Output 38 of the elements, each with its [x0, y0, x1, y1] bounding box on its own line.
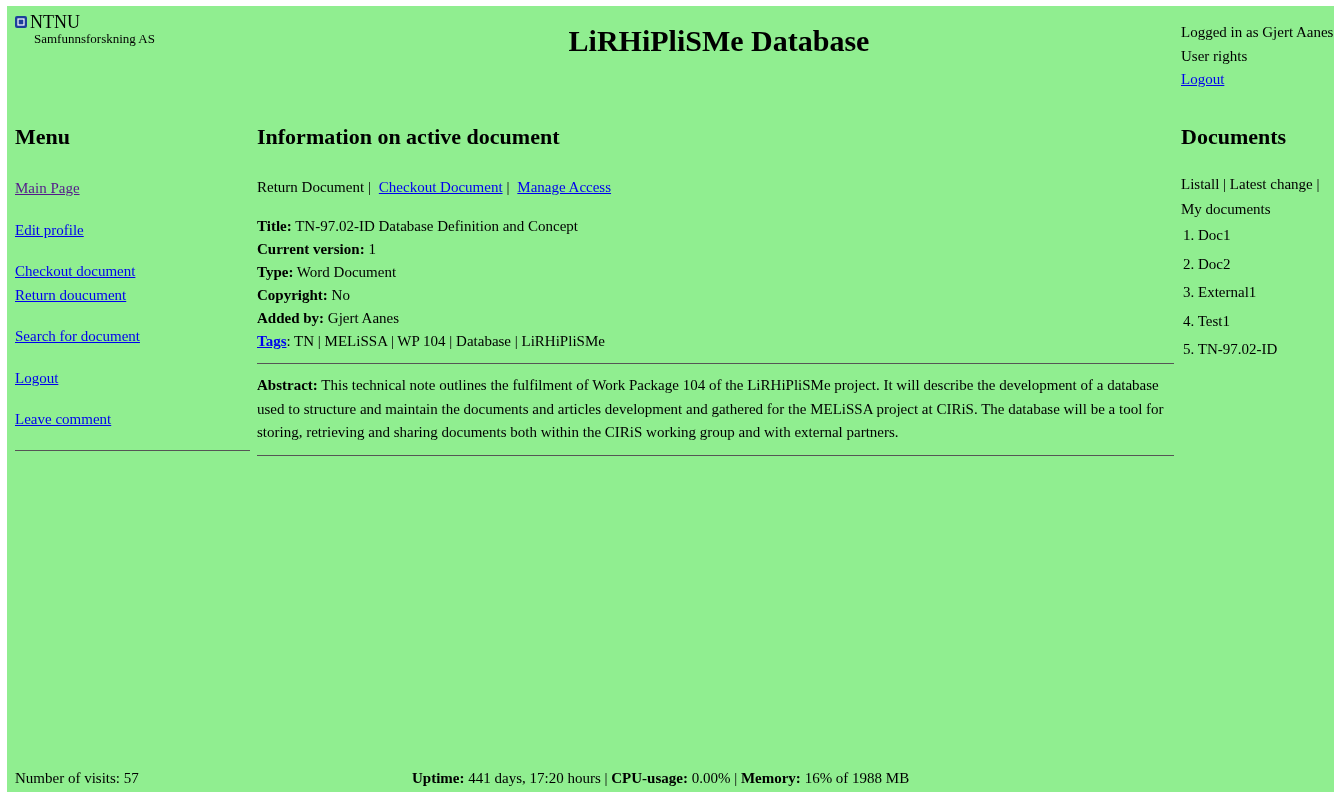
action-label: Return Document — [257, 179, 365, 195]
menu-link[interactable]: Return doucument — [15, 283, 127, 307]
login-status: Logged in as Gjert Aanes — [1181, 23, 1334, 42]
logo-name: NTNU — [30, 13, 80, 31]
separator: | — [368, 179, 372, 195]
tag-list: : TN | MELiSSA | WP 104 | Database | LiRHiPliSMe — [286, 333, 605, 349]
field-row-text: Copyright: No — [257, 286, 351, 305]
server-stats: Uptime: 441 days, 17:20 hours | CPU-usage: 0.00% | Memory: 16% of 1988 MB — [412, 769, 910, 787]
menu-link[interactable]: Edit profile — [15, 218, 84, 242]
logout-link[interactable]: Logout — [1181, 68, 1225, 92]
document-filters: Listall | Latest change | My documents — [1181, 175, 1321, 219]
menu-link[interactable]: Search for document — [15, 325, 140, 349]
document-heading: Information on active document — [257, 123, 561, 151]
field-row-text: Added by: Gjert Aanes — [257, 309, 401, 328]
field-row-text: Title: TN-97.02-ID Database Definition and Concept — [257, 217, 580, 236]
site-title: LiRHiPliSMe Database — [567, 23, 871, 59]
documents-heading: Documents — [1181, 123, 1288, 151]
document-item[interactable]: 4. Test1 — [1181, 306, 1334, 335]
action-link[interactable]: Checkout Document — [378, 179, 503, 195]
action-link[interactable]: Manage Access — [517, 179, 612, 195]
field-row-text: Current version: 1 — [257, 240, 377, 259]
menu-link[interactable]: Logout — [15, 366, 59, 390]
menu-heading: Menu — [15, 123, 70, 151]
separator: | — [506, 179, 510, 195]
tags-link[interactable]: Tags — [257, 333, 287, 349]
user-rights: User rights — [1181, 46, 1248, 66]
document-item[interactable]: 5. TN-97.02-ID — [1181, 335, 1334, 364]
document-item[interactable]: 2. Doc2 — [1181, 249, 1334, 278]
menu-link[interactable]: Leave comment — [15, 408, 112, 432]
document-item[interactable]: 3. External1 — [1181, 278, 1334, 307]
field-row-text: Type: Word Document — [257, 263, 398, 282]
visit-count: Number of visits: 57 — [15, 769, 140, 787]
abstract-text: Abstract: This technical note outlines the fulfilment of Work Package 104 of the LiRHiPliSMe project. It will describe the development of a database used to structure and maintain the documents and articles development and gathered for the MELiSSA project at CIRiS. The database will be a tool for storing, retrieving and sharing documents both within the CIRiS working group and with external partners. — [257, 376, 1165, 442]
logo-subtitle: Samfunnsforskning AS — [33, 31, 156, 47]
menu-link[interactable]: Main Page — [15, 177, 80, 201]
menu-link[interactable]: Checkout document — [15, 260, 136, 284]
document-item[interactable]: 1. Doc1 — [1181, 221, 1334, 250]
logo-icon — [15, 16, 27, 28]
